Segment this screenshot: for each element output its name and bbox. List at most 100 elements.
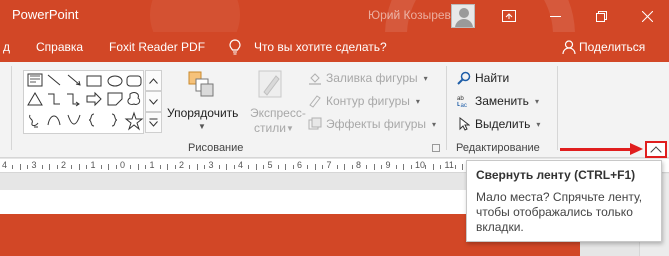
ruler-tick <box>440 165 442 169</box>
collapse-ribbon-button[interactable] <box>645 141 667 158</box>
chevron-down-icon: ▾ <box>415 96 420 106</box>
arrow-shape-icon <box>67 74 81 86</box>
chevron-down-icon <box>149 98 158 105</box>
shape-effects-button[interactable]: Эффекты фигуры ▾ <box>308 114 436 134</box>
gallery-more-button[interactable] <box>145 112 162 133</box>
select-button[interactable]: Выделить ▾ <box>457 114 540 134</box>
svg-text:ac: ac <box>461 102 467 109</box>
drawing-dialog-launcher-icon[interactable] <box>432 144 440 152</box>
quick-styles-label-1[interactable]: Экспресс- <box>250 106 306 120</box>
ribbon-display-options-icon <box>502 10 516 22</box>
avatar[interactable] <box>451 4 475 28</box>
ruler-tick <box>27 165 29 169</box>
ruler-number: 3 <box>31 160 37 170</box>
ruler-number: 1 <box>149 160 155 170</box>
ruler-number: 11 <box>444 160 454 170</box>
tab-partial[interactable]: д <box>3 40 10 54</box>
ruler-tick <box>49 164 51 170</box>
rounded-rectangle-shape-icon <box>126 75 142 87</box>
ruler-tick <box>100 165 102 169</box>
arrange-button[interactable]: Упорядочить <box>167 106 238 120</box>
close-icon <box>641 10 653 22</box>
shape-outline-button[interactable]: Контур фигуры ▾ <box>308 91 420 111</box>
ruler-number: 3 <box>208 160 214 170</box>
lightbulb-icon <box>229 39 241 58</box>
ruler-number: 1 <box>90 160 96 170</box>
group-separator <box>11 66 12 150</box>
triangle-shape-icon <box>27 92 43 106</box>
title-bar-decoration <box>150 0 240 32</box>
arrange-icon <box>187 70 215 103</box>
ruler-tick <box>432 164 434 170</box>
ruler-tick <box>395 165 397 169</box>
ruler-tick <box>218 165 220 169</box>
ruler-tick <box>78 164 80 170</box>
gallery-more-icon <box>149 118 158 127</box>
shape-fill-button[interactable]: Заливка фигуры ▾ <box>308 68 428 88</box>
right-arrow-shape-icon <box>86 91 102 107</box>
tell-me-search[interactable]: Что вы хотите сделать? <box>254 40 387 54</box>
ruler-tick <box>86 165 88 169</box>
shape-outline-label: Контур фигуры <box>326 94 410 108</box>
drawing-group-label: Рисование <box>188 142 244 154</box>
ruler-tick <box>454 165 456 169</box>
avatar-body <box>455 19 473 27</box>
ruler-number: 6 <box>297 160 303 170</box>
editing-group-label: Редактирование <box>456 142 540 154</box>
shape-effects-icon <box>308 117 322 131</box>
chevron-down-icon: ▾ <box>534 96 539 106</box>
chevron-down-icon: ▾ <box>432 119 437 129</box>
tab-help[interactable]: Справка <box>36 40 83 54</box>
shape-effects-label: Эффекты фигуры <box>326 117 427 131</box>
ruler-tick <box>263 165 265 169</box>
ruler-number: 4 <box>2 160 8 170</box>
quick-styles-label-2[interactable]: стили <box>254 121 286 135</box>
ruler-tick <box>277 165 279 169</box>
ruler-tick <box>285 164 287 170</box>
gallery-scroll-down-button[interactable] <box>145 91 162 112</box>
shape-fill-label: Заливка фигуры <box>326 71 418 85</box>
magnifier-icon <box>457 71 471 85</box>
ruler-tick <box>462 164 464 170</box>
ruler-number: 7 <box>326 160 332 170</box>
user-name[interactable]: Юрий Козырев <box>368 8 451 22</box>
ruler-tick <box>130 165 132 169</box>
ribbon: Упорядочить ▼ Экспресс- стили ▼ Заливка … <box>0 62 669 158</box>
ruler-tick <box>403 164 405 170</box>
ruler-tick <box>425 165 427 169</box>
curve-shape-icon <box>67 114 81 125</box>
ruler-tick <box>159 165 161 169</box>
ruler-tick <box>19 164 21 170</box>
powerpoint-window: PowerPoint Юрий Козырев д Справка Foxit … <box>0 0 669 256</box>
arrange-dropdown-icon: ▼ <box>198 122 206 131</box>
tooltip-body: Мало места? Спрячьте ленту, чтобы отобра… <box>476 190 643 234</box>
ruler-number: 4 <box>238 160 244 170</box>
restore-button[interactable] <box>578 0 624 32</box>
cursor-icon <box>457 117 471 131</box>
chevron-down-icon: ▾ <box>536 119 541 129</box>
ruler-tick <box>145 165 147 169</box>
ruler-tick <box>174 165 176 169</box>
ribbon-display-options-button[interactable] <box>486 0 532 32</box>
find-button[interactable]: Найти <box>457 68 509 88</box>
ruler-number: 8 <box>356 160 362 170</box>
close-button[interactable] <box>624 0 669 32</box>
gallery-scroll-up-button[interactable] <box>145 70 162 91</box>
tab-foxit-reader-pdf[interactable]: Foxit Reader PDF <box>109 40 205 54</box>
ruler-tick <box>336 165 338 169</box>
ruler-tick <box>344 164 346 170</box>
callout-shape-icon <box>127 92 141 105</box>
quick-styles-icon <box>258 70 284 105</box>
share-button[interactable]: Поделиться <box>579 40 645 54</box>
ruler-tick <box>373 164 375 170</box>
minimize-button[interactable] <box>532 0 578 32</box>
annotation-arrow-line <box>560 148 632 151</box>
ruler-tick <box>115 165 117 169</box>
shapes-gallery[interactable] <box>23 70 144 134</box>
ruler-tick <box>248 165 250 169</box>
group-separator <box>557 66 558 150</box>
ruler-number: 9 <box>385 160 391 170</box>
ruler-tick <box>71 165 73 169</box>
replace-button[interactable]: ab ac Заменить ▾ <box>457 91 539 111</box>
ruler-tick <box>167 164 169 170</box>
